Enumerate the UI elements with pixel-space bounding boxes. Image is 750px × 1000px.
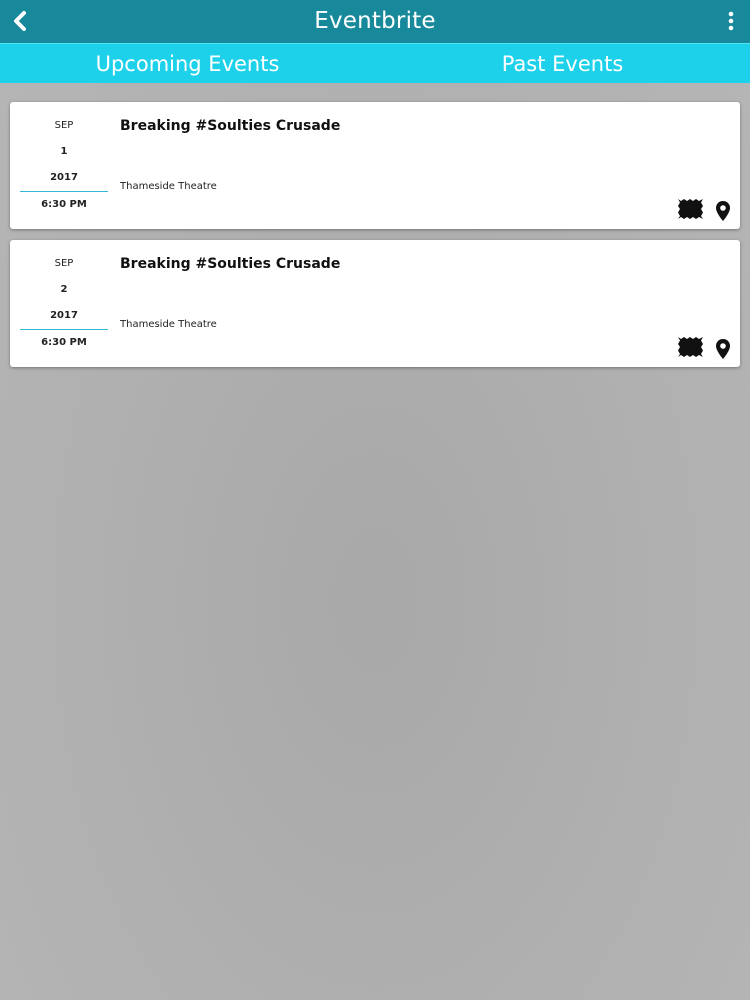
event-date: SEP 1 2017 6:30 PM	[20, 102, 108, 229]
event-date: SEP 2 2017 6:30 PM	[20, 240, 108, 367]
map-pin-icon[interactable]	[715, 200, 731, 222]
ticket-icon[interactable]	[677, 198, 704, 220]
date-divider	[20, 191, 108, 192]
app-title: Eventbrite	[314, 8, 436, 34]
event-tabs: Upcoming Events Past Events	[0, 43, 750, 83]
ticket-icon[interactable]	[677, 336, 704, 358]
event-list: SEP 1 2017 6:30 PM Breaking #Soulties Cr…	[10, 102, 740, 378]
event-venue: Thameside Theatre	[120, 181, 217, 192]
event-card[interactable]: SEP 1 2017 6:30 PM Breaking #Soulties Cr…	[10, 102, 740, 229]
tab-past-events[interactable]: Past Events	[375, 44, 750, 83]
event-day: 2	[60, 284, 68, 295]
event-venue: Thameside Theatre	[120, 319, 217, 330]
event-day: 1	[60, 146, 68, 157]
map-pin-icon[interactable]	[715, 338, 731, 360]
event-time: 6:30 PM	[41, 337, 87, 348]
event-month: SEP	[54, 258, 74, 269]
event-card[interactable]: SEP 2 2017 6:30 PM Breaking #Soulties Cr…	[10, 240, 740, 367]
event-time: 6:30 PM	[41, 199, 87, 210]
app-header: Eventbrite	[0, 0, 750, 43]
more-vertical-icon	[728, 11, 734, 31]
event-title: Breaking #Soulties Crusade	[120, 256, 341, 272]
event-year: 2017	[50, 172, 78, 183]
date-divider	[20, 329, 108, 330]
overflow-menu-button[interactable]	[724, 9, 738, 33]
tab-upcoming-events[interactable]: Upcoming Events	[0, 44, 375, 83]
event-title: Breaking #Soulties Crusade	[120, 118, 341, 134]
event-month: SEP	[54, 120, 74, 131]
event-year: 2017	[50, 310, 78, 321]
